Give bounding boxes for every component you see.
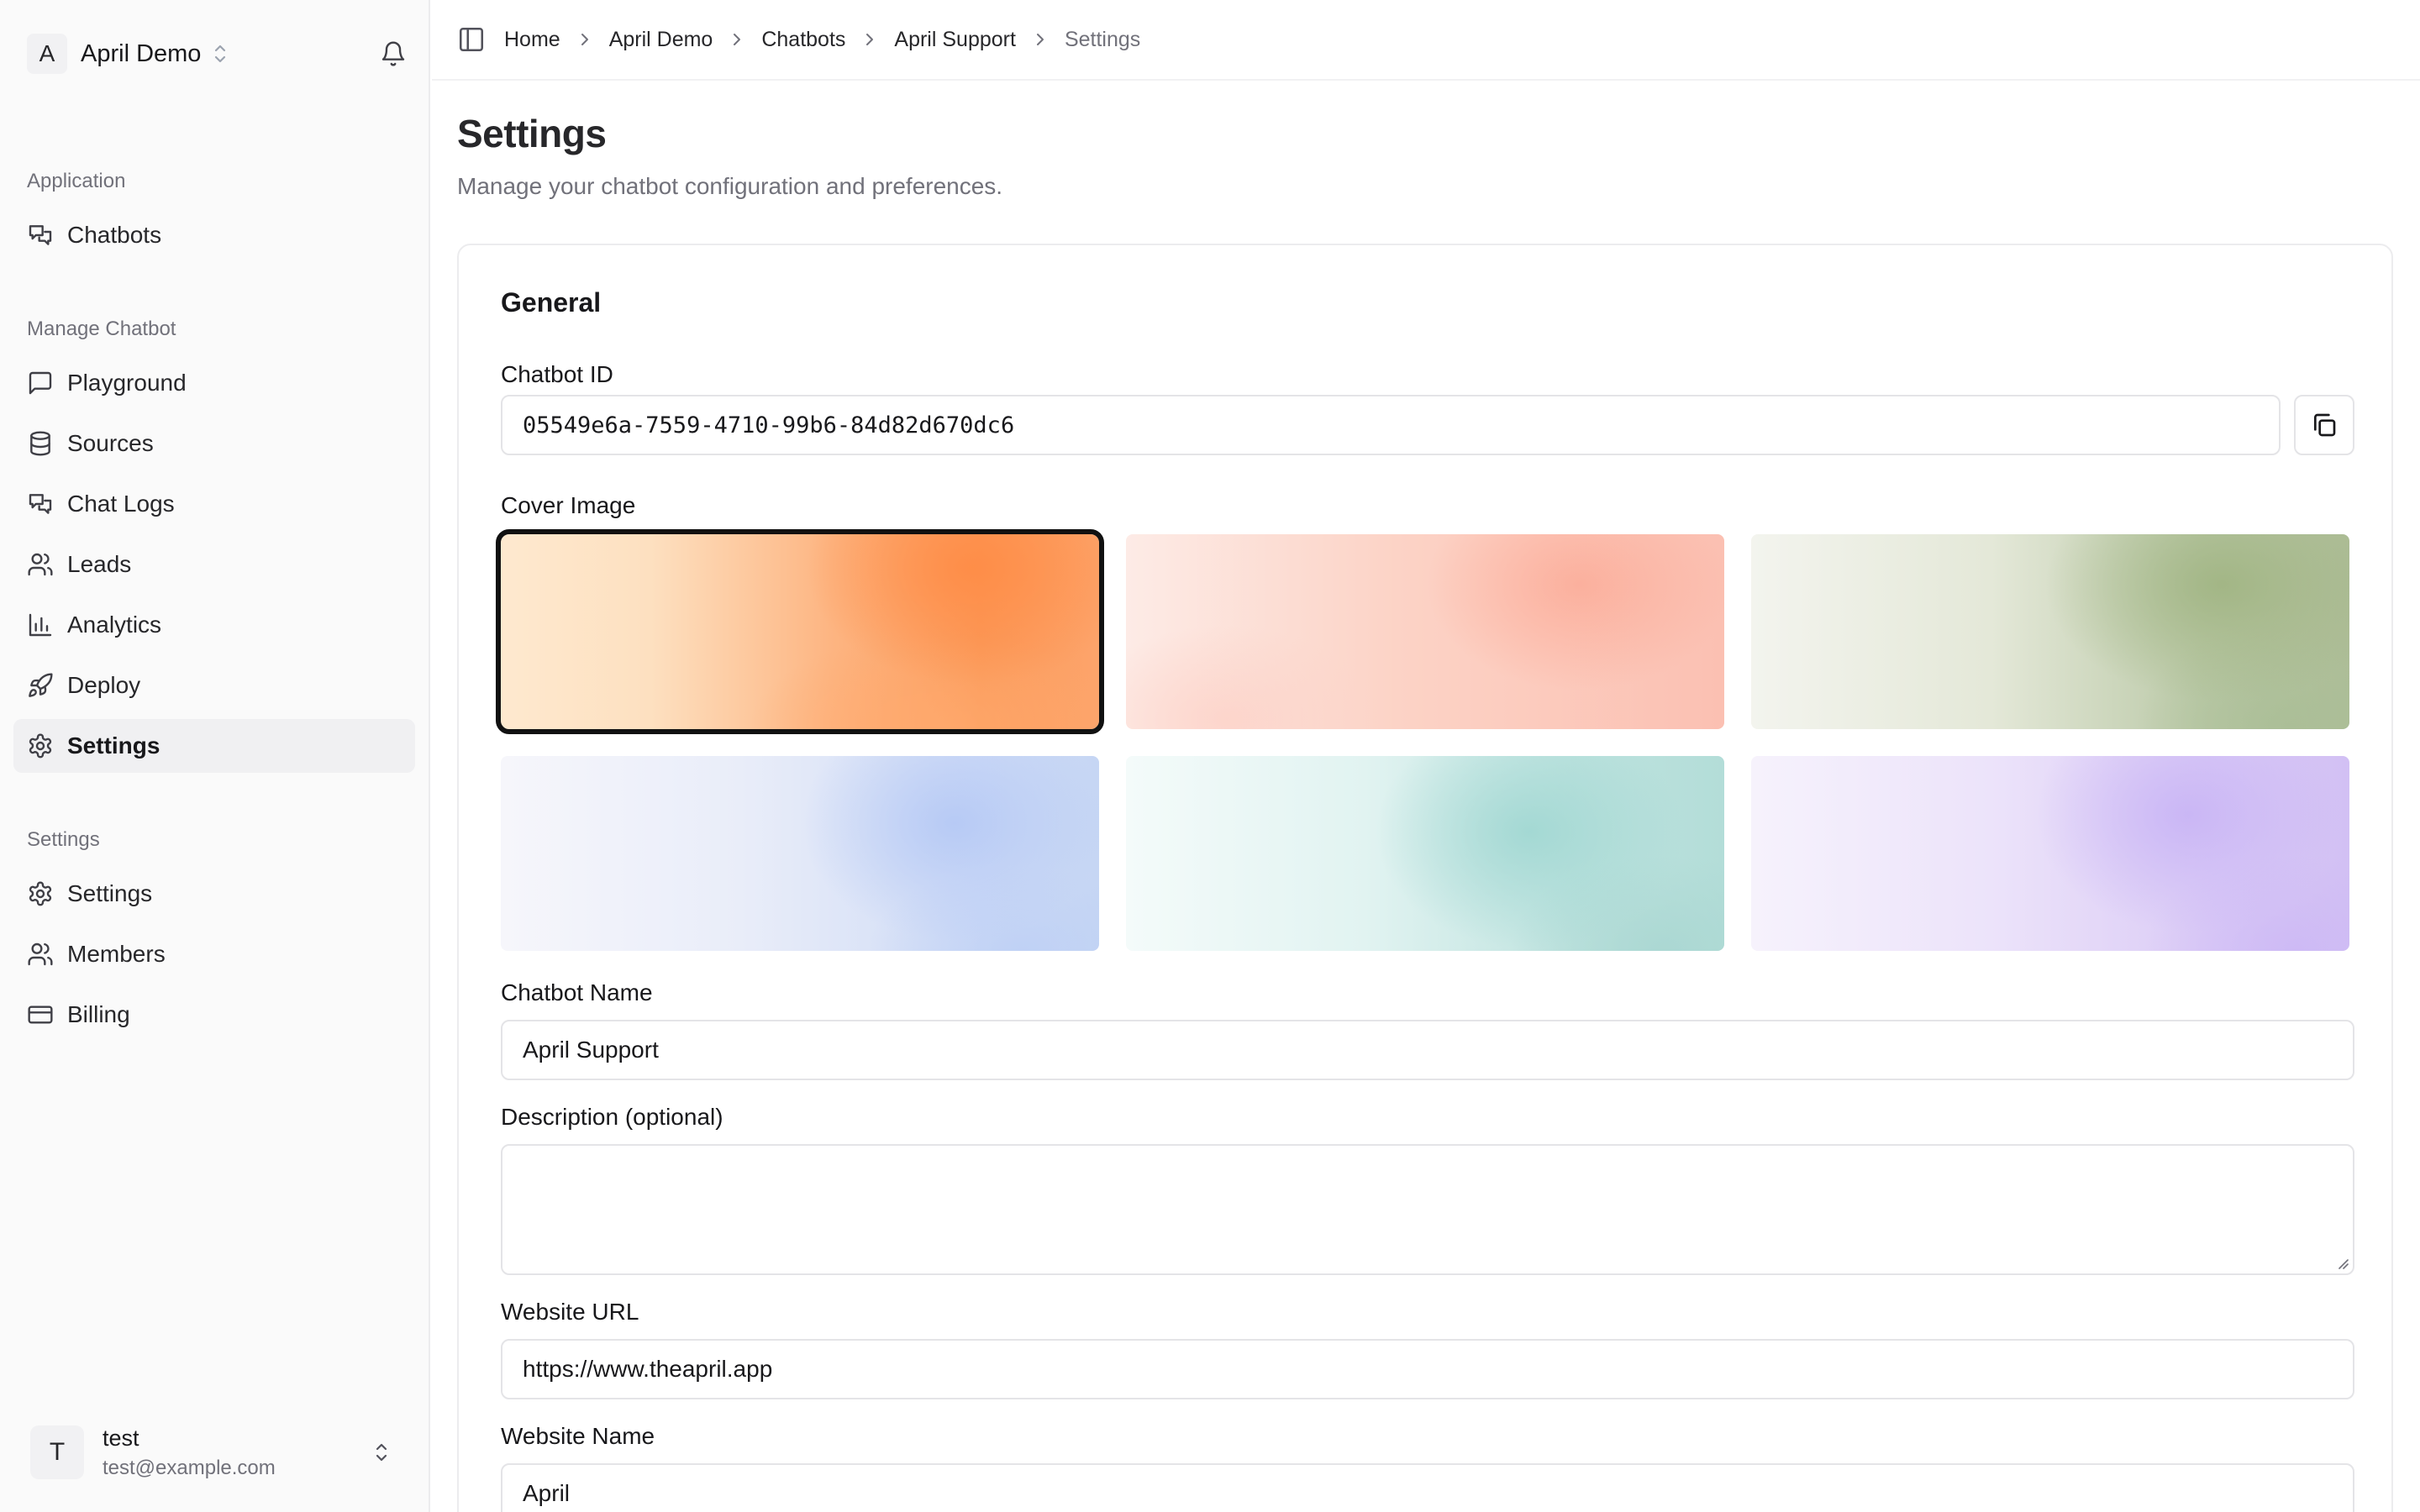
chatbot-id-label: Chatbot ID [501, 361, 613, 387]
gear-icon [27, 880, 54, 907]
website-name-input[interactable]: April [501, 1463, 2354, 1512]
cover-image-sage[interactable] [1751, 534, 2349, 729]
sidebar-item-chat-logs[interactable]: Chat Logs [13, 477, 415, 531]
website-url-label: Website URL [501, 1299, 639, 1325]
chevron-right-icon [729, 30, 744, 49]
breadcrumb-chatbots[interactable]: Chatbots [761, 28, 845, 52]
sidebar: A April Demo Application Chatbots Manage… [0, 0, 430, 1512]
breadcrumb-home[interactable]: Home [504, 28, 560, 52]
section-title: General [501, 287, 602, 318]
message-square-icon [27, 370, 54, 396]
sidebar-item-chatbots[interactable]: Chatbots [13, 208, 415, 262]
sidebar-item-label: Analytics [67, 612, 162, 638]
chats-icon [27, 491, 54, 517]
section-label-settings: Settings [27, 828, 100, 851]
sidebar-item-workspace-settings[interactable]: Settings [13, 867, 415, 921]
workspace-name: April Demo [81, 39, 202, 67]
breadcrumb-chatbot[interactable]: April Support [894, 28, 1016, 52]
workspace-avatar: A [27, 34, 67, 74]
sidebar-item-label: Members [67, 941, 166, 967]
cover-image-blue[interactable] [501, 756, 1099, 951]
sidebar-item-label: Sources [67, 430, 154, 456]
chevron-right-icon [577, 30, 592, 49]
chevrons-up-down-icon [211, 43, 229, 65]
bar-chart-icon [27, 612, 54, 638]
user-name: test [103, 1425, 139, 1451]
website-name-label: Website Name [501, 1423, 655, 1449]
sidebar-item-sources[interactable]: Sources [13, 417, 415, 470]
chevron-right-icon [1033, 30, 1048, 49]
website-url-input[interactable]: https://www.theapril.app [501, 1339, 2354, 1399]
sidebar-item-label: Deploy [67, 672, 141, 698]
copy-icon [2311, 412, 2338, 438]
sidebar-item-label: Chat Logs [67, 491, 175, 517]
database-icon [27, 430, 54, 457]
page-subtitle: Manage your chatbot configuration and pr… [457, 173, 1003, 199]
section-label-application: Application [27, 170, 126, 192]
users-icon [27, 551, 54, 578]
sidebar-item-label: Settings [67, 732, 160, 759]
general-settings-card: General Chatbot ID 05549e6a-7559-4710-99… [457, 244, 2393, 1512]
credit-card-icon [27, 1001, 54, 1028]
resize-handle-icon[interactable] [2334, 1255, 2349, 1270]
chevrons-up-down-icon [371, 1439, 392, 1466]
description-label: Description (optional) [501, 1104, 723, 1130]
users-icon [27, 941, 54, 968]
cover-image-label: Cover Image [501, 492, 636, 518]
breadcrumb-workspace[interactable]: April Demo [609, 28, 713, 52]
breadcrumb-current: Settings [1064, 27, 1141, 51]
chats-icon [27, 222, 54, 249]
description-textarea[interactable] [501, 1144, 2354, 1275]
chatbot-id-field[interactable]: 05549e6a-7559-4710-99b6-84d82d670dc6 [501, 395, 2281, 455]
avatar: T [30, 1425, 84, 1479]
sidebar-item-label: Billing [67, 1001, 130, 1027]
cover-image-teal[interactable] [1126, 756, 1724, 951]
sidebar-item-analytics[interactable]: Analytics [13, 598, 415, 652]
chatbot-name-label: Chatbot Name [501, 979, 653, 1005]
sidebar-item-deploy[interactable]: Deploy [13, 659, 415, 712]
cover-image-peach[interactable] [1126, 534, 1724, 729]
sidebar-item-label: Playground [67, 370, 187, 396]
workspace-switcher[interactable]: A April Demo [27, 34, 407, 74]
page-title: Settings [457, 112, 607, 155]
topbar: Home April Demo Chatbots April Support S… [432, 0, 2420, 81]
rocket-icon [27, 672, 54, 699]
sidebar-item-settings-active[interactable]: Settings [13, 719, 415, 773]
sidebar-item-label: Settings [67, 880, 153, 906]
user-email: test@example.com [103, 1456, 276, 1479]
chevron-right-icon [862, 30, 877, 49]
sidebar-item-leads[interactable]: Leads [13, 538, 415, 591]
cover-image-orange-selected[interactable] [496, 529, 1104, 734]
bell-icon[interactable] [380, 40, 407, 67]
sidebar-item-label: Chatbots [67, 222, 162, 248]
sidebar-item-playground[interactable]: Playground [13, 356, 415, 410]
section-label-manage-chatbot: Manage Chatbot [27, 318, 176, 340]
copy-id-button[interactable] [2294, 395, 2354, 455]
gear-icon [27, 732, 54, 759]
sidebar-item-label: Leads [67, 551, 132, 577]
sidebar-item-billing[interactable]: Billing [13, 988, 415, 1042]
sidebar-item-members[interactable]: Members [13, 927, 415, 981]
chatbot-name-input[interactable]: April Support [501, 1020, 2354, 1080]
breadcrumb: Home April Demo Chatbots April Support S… [504, 28, 1140, 52]
cover-image-lavender[interactable] [1751, 756, 2349, 951]
sidebar-toggle-icon[interactable] [457, 25, 486, 54]
user-menu[interactable]: T test test@example.com [13, 1408, 415, 1497]
